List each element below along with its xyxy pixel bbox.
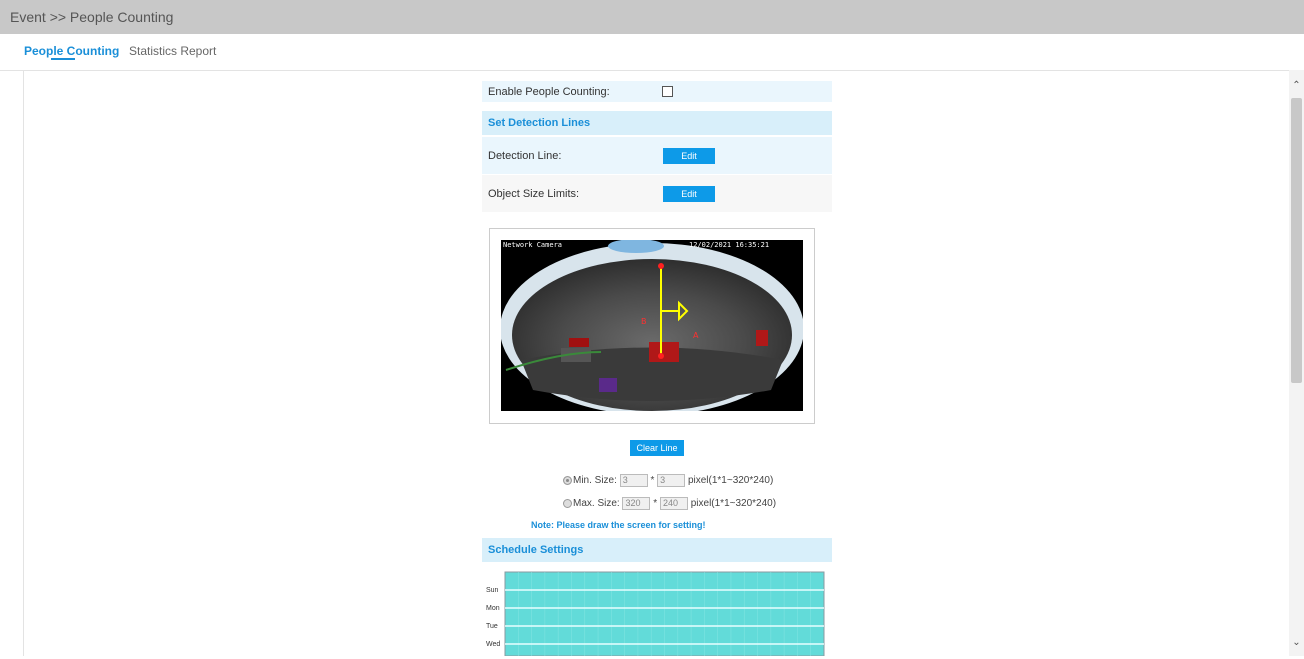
max-size-range: pixel(1*1~320*240) — [690, 498, 777, 510]
tab-statistics-report[interactable]: Statistics Report — [129, 44, 216, 58]
schedule-grid[interactable]: Sun Mon Tue Wed — [482, 565, 832, 657]
enable-people-counting-row: Enable People Counting: — [482, 81, 832, 102]
object-size-limits-label: Object Size Limits: — [488, 188, 580, 200]
breadcrumb: Event >> People Counting — [10, 9, 174, 25]
tab-bar: People Counting Statistics Report — [0, 34, 1304, 71]
line-label-b: B — [641, 317, 647, 326]
osd-datetime: 12/02/2021 16:35:21 — [689, 241, 770, 249]
active-tab-indicator — [51, 58, 75, 60]
min-size-row: Min. Size: 3 * 3 pixel(1*1~320*240) — [563, 474, 773, 487]
header-bar: Event >> People Counting — [0, 0, 1304, 34]
osd-camera-name: Network Camera — [503, 241, 563, 249]
min-size-width-input[interactable]: 3 — [619, 474, 648, 487]
day-label-mon: Mon — [486, 605, 500, 612]
min-size-label: Min. Size: — [573, 475, 617, 487]
scrollbar[interactable]: ⌃ ⌄ — [1289, 70, 1304, 656]
scroll-up-icon[interactable]: ⌃ — [1289, 78, 1304, 94]
enable-people-counting-label: Enable People Counting: — [488, 86, 610, 98]
red-box-left — [569, 338, 589, 347]
max-size-width-input[interactable]: 320 — [622, 497, 651, 510]
camera-video-canvas[interactable]: B A Network Camera 12/02/2021 16:35:21 — [501, 240, 803, 411]
max-size-radio[interactable] — [563, 499, 572, 508]
line-label-a: A — [693, 331, 699, 340]
min-size-radio[interactable] — [563, 476, 572, 485]
scroll-down-icon[interactable]: ⌄ — [1289, 635, 1304, 651]
day-label-tue: Tue — [486, 623, 498, 630]
min-size-height-input[interactable]: 3 — [657, 474, 686, 487]
video-preview-frame: B A Network Camera 12/02/2021 16:35:21 — [489, 228, 815, 424]
purple-item — [599, 378, 617, 392]
set-detection-lines-header: Set Detection Lines — [482, 111, 832, 135]
max-size-label: Max. Size: — [573, 498, 620, 510]
enable-people-counting-checkbox[interactable] — [662, 86, 673, 97]
schedule-settings-header: Schedule Settings — [482, 538, 832, 562]
day-label-sun: Sun — [486, 587, 499, 594]
fisheye-scene: B A — [501, 240, 803, 411]
red-box-right — [756, 330, 768, 346]
tab-people-counting[interactable]: People Counting — [24, 44, 119, 58]
detection-line-endpoint-bottom[interactable] — [658, 353, 664, 359]
detection-line-edit-button[interactable]: Edit — [663, 148, 715, 164]
detection-line-endpoint-top[interactable] — [658, 263, 664, 269]
schedule-grid-svg — [504, 571, 825, 657]
min-size-separator: * — [650, 475, 655, 487]
max-size-row: Max. Size: 320 * 240 pixel(1*1~320*240) — [563, 497, 776, 510]
section-title: Schedule Settings — [488, 544, 584, 556]
detection-line-row: Detection Line: Edit — [482, 137, 832, 174]
clear-line-button[interactable]: Clear Line — [630, 440, 684, 456]
max-size-separator: * — [653, 498, 658, 510]
scroll-thumb[interactable] — [1291, 98, 1302, 383]
draw-note: Note: Please draw the screen for setting… — [531, 520, 706, 530]
detection-line-label: Detection Line: — [488, 150, 562, 162]
day-label-wed: Wed — [486, 641, 501, 648]
min-size-range: pixel(1*1~320*240) — [687, 475, 774, 487]
section-title: Set Detection Lines — [488, 117, 591, 129]
red-box-center — [649, 342, 679, 362]
object-size-edit-button[interactable]: Edit — [663, 186, 715, 202]
object-size-limits-row: Object Size Limits: Edit — [482, 175, 832, 212]
max-size-height-input[interactable]: 240 — [659, 497, 688, 510]
